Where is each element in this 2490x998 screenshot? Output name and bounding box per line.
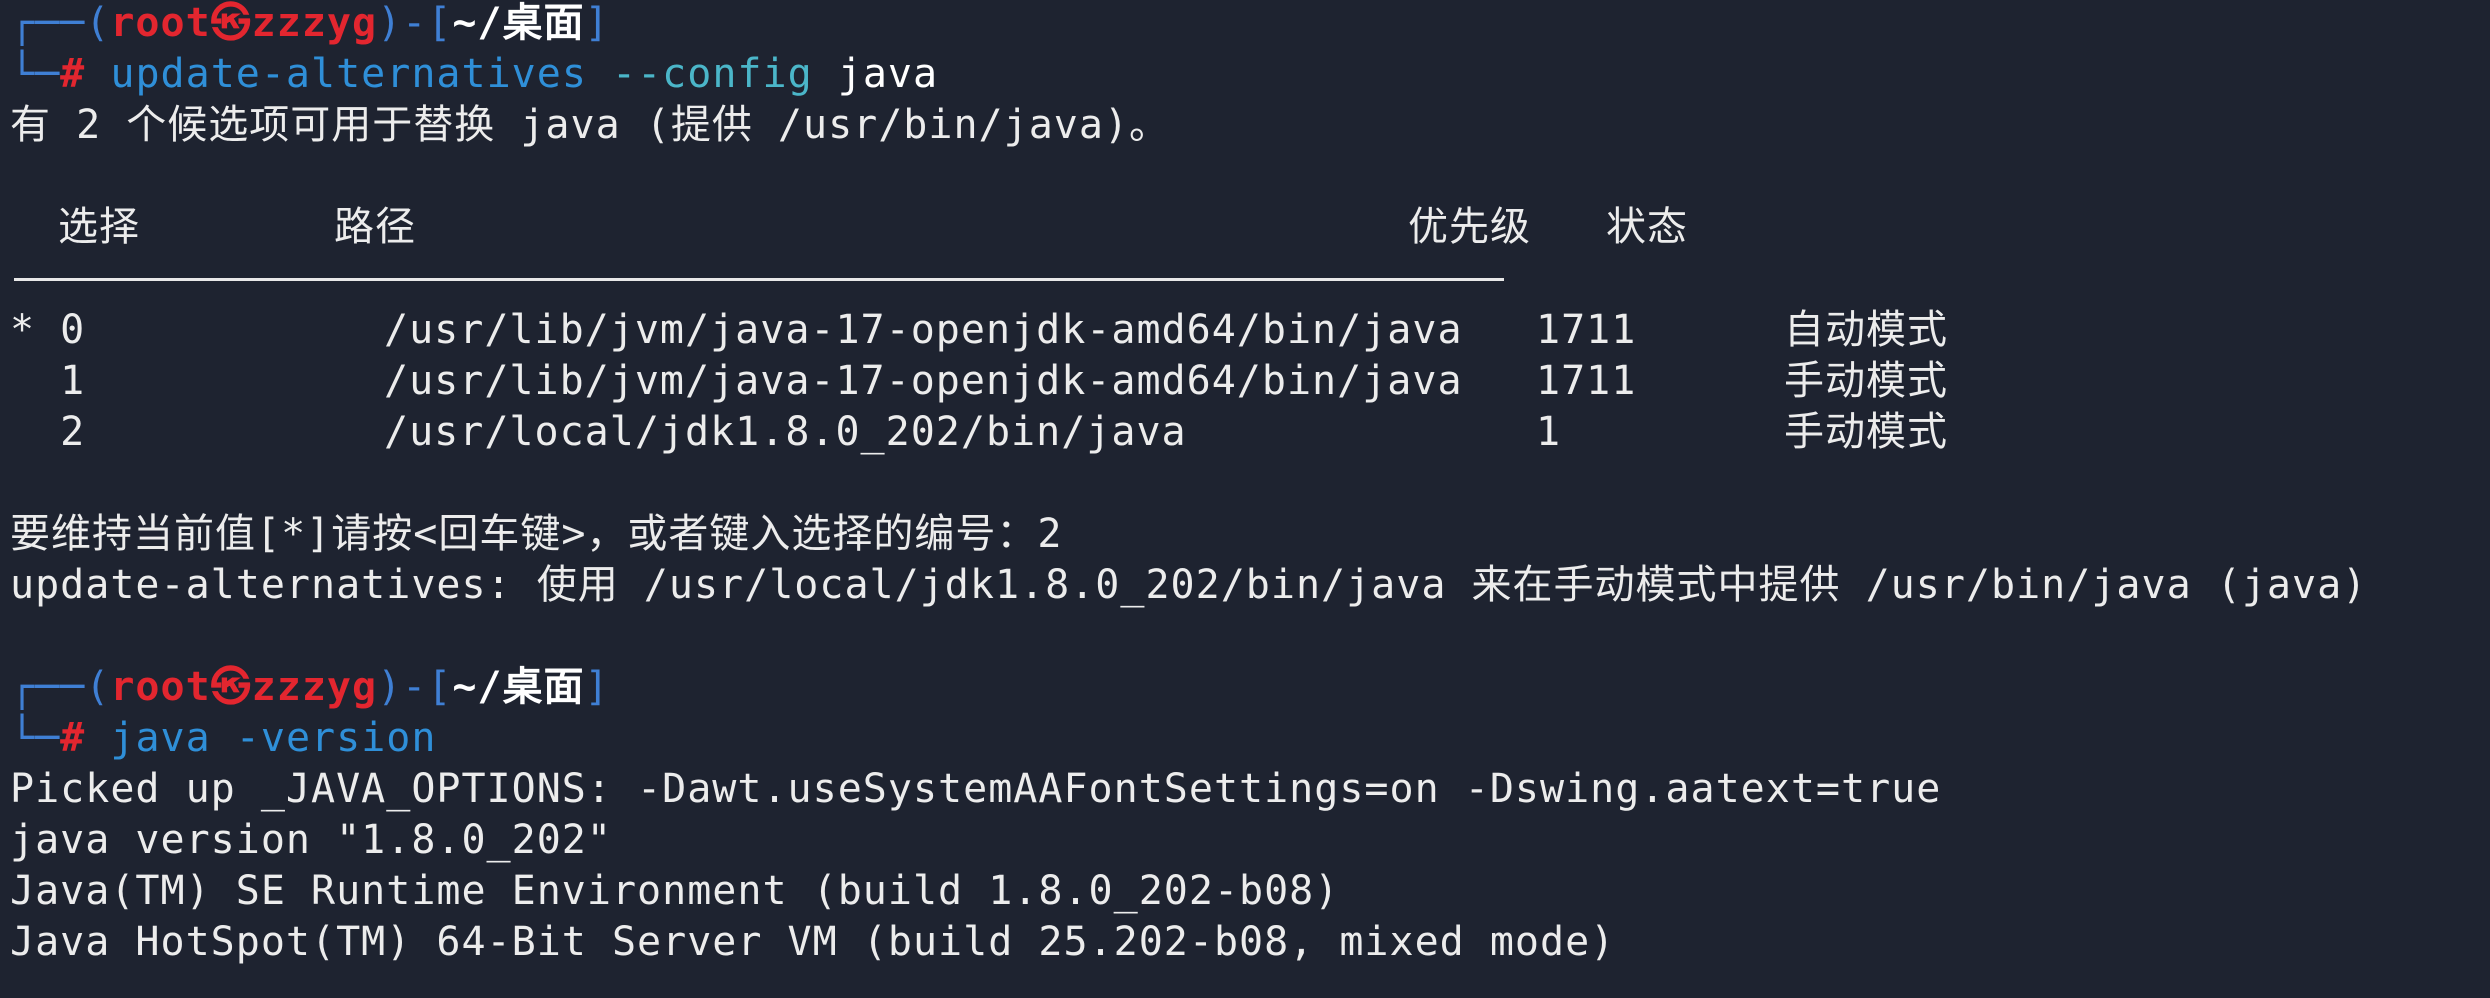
command-line-2[interactable]: └─# java -version	[10, 713, 436, 764]
row-path: /usr/lib/jvm/java-17-openjdk-amd64/bin/j…	[384, 307, 1463, 353]
row-priority: 1711	[1536, 307, 1637, 353]
header-path: 路径	[334, 204, 416, 250]
choice-result: update-alternatives: 使用 /usr/local/jdk1.…	[10, 562, 2368, 608]
prompt-hash: #	[60, 51, 86, 97]
info-line: 有 2 个候选项可用于替换 java (提供 /usr/bin/java)。	[10, 102, 1171, 148]
prompt-host: zzzyg	[251, 0, 378, 46]
command-flag: --config	[612, 51, 813, 97]
prompt-close-bracket: ]	[584, 664, 610, 710]
row-marker: * 0	[10, 307, 86, 353]
output-line: Java HotSpot(TM) 64-Bit Server VM (build…	[10, 919, 1616, 965]
header-select: 选择	[58, 204, 140, 250]
prompt-box-top: ┌──(	[10, 0, 111, 46]
command-line-1[interactable]: └─# update-alternatives --config java	[10, 49, 938, 100]
prompt-header-2: ┌──(root㉿zzzyg)-[~/桌面]	[10, 662, 610, 713]
row-status: 手动模式	[1784, 409, 1948, 455]
prompt-separator: )-[	[377, 664, 453, 710]
output-line: Java(TM) SE Runtime Environment (build 1…	[10, 868, 1340, 914]
command-flag: -version	[235, 715, 437, 761]
prompt-close-bracket: ]	[584, 0, 610, 46]
prompt-user: root	[110, 664, 211, 710]
command-name: java	[110, 715, 211, 761]
header-priority: 优先级	[1408, 204, 1531, 250]
prompt-host: zzzyg	[251, 664, 378, 710]
row-status: 手动模式	[1784, 358, 1948, 404]
prompt-separator: )-[	[377, 0, 453, 46]
output-line: java version "1.8.0_202"	[10, 817, 612, 863]
prompt-directory: ~/桌面	[452, 664, 585, 710]
row-marker: 2	[10, 409, 86, 455]
prompt-box-top: ┌──(	[10, 664, 111, 710]
choice-prompt: 要维持当前值[*]请按<回车键>，或者键入选择的编号：2	[10, 511, 1063, 557]
row-priority: 1711	[1536, 358, 1637, 404]
row-path: /usr/lib/jvm/java-17-openjdk-amd64/bin/j…	[384, 358, 1463, 404]
header-status: 状态	[1606, 204, 1688, 250]
row-status: 自动模式	[1784, 307, 1948, 353]
prompt-header-1: ┌──(root㉿zzzyg)-[~/桌面]	[10, 0, 610, 49]
prompt-user: root	[110, 0, 211, 46]
table-divider	[14, 278, 1504, 281]
prompt-box-bottom: └─	[10, 51, 61, 97]
skull-icon: ㉿	[210, 664, 252, 710]
command-arg: java	[837, 51, 939, 97]
output-line: Picked up _JAVA_OPTIONS: -Dawt.useSystem…	[10, 766, 1942, 812]
row-marker: 1	[10, 358, 86, 404]
row-priority: 1	[1536, 409, 1562, 455]
prompt-box-bottom: └─	[10, 715, 61, 761]
row-path: /usr/local/jdk1.8.0_202/bin/java	[384, 409, 1187, 455]
terminal-window[interactable]: ┌──(root㉿zzzyg)-[~/桌面] └─# update-altern…	[0, 0, 2490, 998]
skull-icon: ㉿	[210, 0, 252, 46]
command-name: update-alternatives	[110, 51, 587, 97]
prompt-directory: ~/桌面	[452, 0, 585, 46]
prompt-hash: #	[60, 715, 86, 761]
